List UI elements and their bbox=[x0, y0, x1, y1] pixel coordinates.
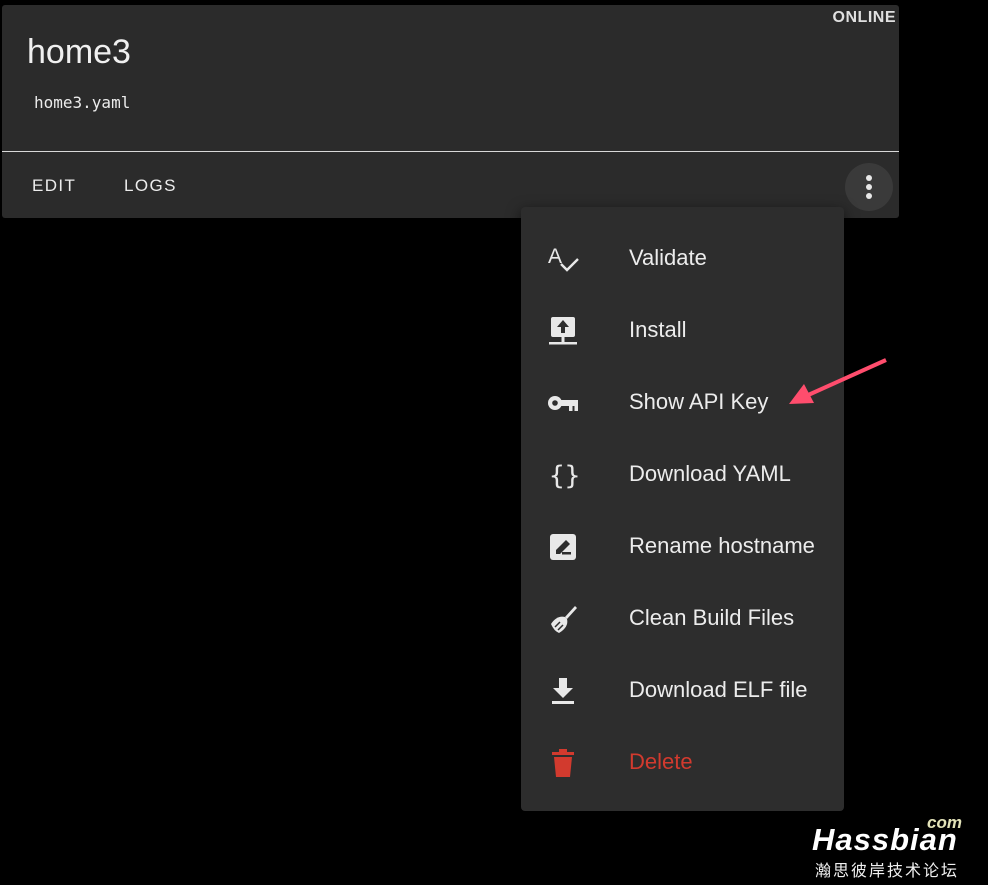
menu-item-label: Download ELF file bbox=[629, 677, 808, 702]
delete-icon bbox=[547, 747, 579, 779]
device-name: home3 bbox=[27, 33, 131, 71]
validate-icon: A bbox=[547, 243, 579, 275]
menu-item-label: Clean Build Files bbox=[629, 605, 795, 630]
menu-item-label: Install bbox=[629, 317, 687, 342]
logs-button[interactable]: LOGS bbox=[124, 176, 177, 196]
key-icon bbox=[547, 387, 579, 419]
broom-icon bbox=[547, 603, 579, 635]
svg-text:A: A bbox=[548, 245, 562, 268]
svg-text:{}: {} bbox=[549, 461, 579, 491]
more-vertical-icon bbox=[866, 175, 872, 199]
watermark-subtitle: 瀚思彼岸技术论坛 bbox=[815, 863, 960, 880]
menu-item-download-yaml[interactable]: {} Download YAML bbox=[521, 437, 844, 509]
rename-icon bbox=[547, 531, 579, 563]
menu-item-label: Show API Key bbox=[629, 389, 769, 414]
device-card: home3 ONLINE home3.yaml EDIT LOGS bbox=[2, 5, 899, 218]
install-upload-icon bbox=[547, 315, 579, 347]
menu-item-validate[interactable]: A Validate bbox=[521, 221, 844, 293]
config-filename: home3.yaml bbox=[34, 93, 131, 112]
watermark-brand: Hassbian bbox=[812, 822, 958, 857]
menu-item-download-elf[interactable]: Download ELF file bbox=[521, 653, 844, 725]
menu-item-label: Validate bbox=[629, 245, 707, 270]
card-divider bbox=[2, 151, 899, 152]
menu-item-clean-build-files[interactable]: Clean Build Files bbox=[521, 581, 844, 653]
watermark-logo: com Hassbian 瀚思彼岸技术论坛 bbox=[812, 813, 984, 880]
menu-item-label: Delete bbox=[629, 749, 693, 774]
code-braces-icon: {} bbox=[547, 459, 579, 491]
status-badge: ONLINE bbox=[832, 9, 896, 26]
annotation-arrow-icon bbox=[789, 358, 887, 404]
menu-item-label: Rename hostname bbox=[629, 533, 815, 558]
more-options-button[interactable] bbox=[845, 163, 893, 211]
menu-item-delete[interactable]: Delete bbox=[521, 725, 844, 797]
menu-item-install[interactable]: Install bbox=[521, 293, 844, 365]
menu-item-rename-hostname[interactable]: Rename hostname bbox=[521, 509, 844, 581]
edit-button[interactable]: EDIT bbox=[32, 176, 76, 196]
download-icon bbox=[547, 675, 579, 707]
options-menu: A Validate Install Show API Key {} Downl… bbox=[521, 207, 844, 811]
menu-item-label: Download YAML bbox=[629, 461, 791, 486]
